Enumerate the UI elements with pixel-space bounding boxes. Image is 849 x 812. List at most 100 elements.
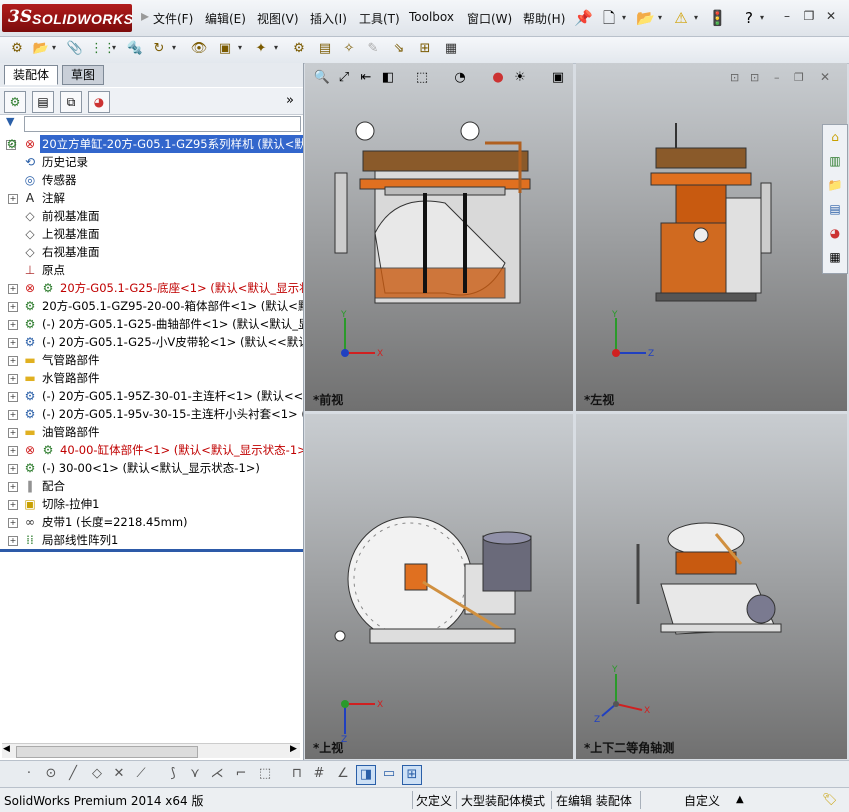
expand-icon[interactable]: + — [8, 482, 18, 492]
tree-item[interactable]: - ⚙ ⊗ 20立方单缸-20方-G05.1-GZ95系列样机 (默认<默 — [0, 135, 303, 153]
file-explorer-icon[interactable]: 📁 — [825, 175, 845, 195]
expand-icon[interactable]: + — [8, 428, 18, 438]
horizontal-scrollbar[interactable]: ◀ ▶ — [2, 743, 300, 758]
menu-window[interactable]: 窗口(W) — [467, 10, 512, 27]
menu-file[interactable]: 文件(F) — [153, 10, 193, 27]
tree-item[interactable]: + ⊗ ⚙ 40-00-缸体部件<1> (默认<默认_显示状态-1> — [0, 441, 303, 459]
menu-help[interactable]: 帮助(H) — [523, 10, 565, 27]
menu-tools[interactable]: 工具(T) — [359, 10, 400, 27]
chevron-down-icon[interactable]: ▾ — [52, 43, 56, 52]
property-manager-icon[interactable]: ▤ — [32, 91, 54, 113]
view-orientation-icon[interactable]: ⬚ — [413, 69, 431, 87]
move-component-icon[interactable]: ↻ — [150, 40, 168, 58]
viewport-front[interactable]: Y X 🔍 ⤢ ⇤ ◧ ⬚ ◔ ● ☀ ▣ *前视 — [305, 63, 573, 411]
expand-icon[interactable]: + — [8, 518, 18, 528]
viewport-restore-icon[interactable]: ❐ — [794, 71, 804, 84]
flyout-arrow-icon[interactable]: ▸ — [141, 6, 149, 25]
appearances-icon[interactable]: ◕ — [825, 223, 845, 243]
restore-icon[interactable]: ❐ — [800, 8, 818, 24]
tree-item[interactable]: + ∞ 皮带1 (长度=2218.45mm) — [0, 513, 303, 531]
viewport-top[interactable]: Z X *上视 — [305, 414, 573, 759]
menu-toolbox[interactable]: Toolbox — [409, 10, 454, 24]
apply-scene-icon[interactable]: ☀ — [511, 69, 529, 87]
interference-detection-icon[interactable]: ⇘ — [390, 40, 408, 58]
pin-icon[interactable]: 📌 — [574, 8, 593, 28]
tree-item[interactable]: + ⁞⁞ 局部线性阵列1 — [0, 531, 303, 549]
circle-icon[interactable]: ⊙ — [42, 765, 60, 783]
display-style-icon[interactable]: ◔ — [451, 69, 469, 87]
expand-icon[interactable]: + — [8, 302, 18, 312]
single-view-icon[interactable]: ▭ — [380, 765, 398, 783]
open-folder-icon[interactable]: 📂 — [636, 8, 655, 28]
close-icon[interactable]: ✕ — [822, 8, 840, 24]
exploded-view-icon[interactable]: ✧ — [340, 40, 358, 58]
tree-item[interactable]: + ▬ 水管路部件 — [0, 369, 303, 387]
chevron-down-icon[interactable]: ▾ — [694, 13, 698, 22]
solidworks-logo[interactable]: 3S SOLIDWORKS — [2, 4, 133, 32]
new-document-icon[interactable]: 🗋 — [600, 8, 618, 28]
filter-input[interactable] — [24, 116, 301, 132]
tree-item[interactable]: + ⚙ (-) 30-00<1> (默认<默认_显示状态-1>) — [0, 459, 303, 477]
convert-entities-icon[interactable]: ⋌ — [208, 765, 226, 783]
new-motion-study-icon[interactable]: ⚙ — [290, 40, 308, 58]
tree-item[interactable]: + ▣ 切除-拉伸1 — [0, 495, 303, 513]
expand-icon[interactable]: + — [8, 464, 18, 474]
extend-icon[interactable]: ⟋ — [132, 765, 150, 783]
tree-item[interactable]: + ∥ 配合 — [0, 477, 303, 495]
show-hidden-icon[interactable]: 👁 — [190, 40, 208, 58]
viewport-minimize-icon[interactable]: – — [774, 71, 780, 84]
chevron-down-icon[interactable]: ▾ — [274, 43, 278, 52]
units-dropdown-icon[interactable]: ▲ — [736, 794, 744, 805]
line-icon[interactable]: ╱ — [64, 765, 82, 783]
scroll-left-icon[interactable]: ◀ — [3, 744, 10, 754]
expand-icon[interactable]: + — [8, 392, 18, 402]
scroll-right-icon[interactable]: ▶ — [290, 744, 297, 754]
assembly-features-icon[interactable]: ▣ — [216, 40, 234, 58]
reference-geometry-icon[interactable]: ✦ — [252, 40, 270, 58]
expand-icon[interactable]: + — [8, 500, 18, 510]
tab-sketch[interactable]: 草图 — [62, 65, 105, 85]
tag-icon[interactable]: 🏷 — [822, 792, 837, 806]
trim-icon[interactable]: ✕ — [110, 765, 128, 783]
expand-icon[interactable]: + — [8, 374, 18, 384]
four-view-icon[interactable]: ⊞ — [402, 765, 422, 785]
expand-icon[interactable]: + — [8, 536, 18, 546]
viewport-link-icon[interactable]: ⊡ — [730, 71, 739, 84]
chevron-down-icon[interactable]: ▾ — [238, 43, 242, 52]
view-palette-icon[interactable]: ▤ — [825, 199, 845, 219]
tree-item[interactable]: ⊥ 原点 — [0, 261, 303, 279]
view-settings-icon[interactable]: ▣ — [549, 69, 567, 87]
rectangle-icon[interactable]: ⬚ — [256, 765, 274, 783]
help-icon[interactable]: ? — [740, 8, 758, 28]
bill-of-materials-icon[interactable]: ▤ — [316, 40, 334, 58]
expand-icon[interactable]: + — [8, 194, 18, 204]
angle-icon[interactable]: ∠ — [334, 765, 352, 783]
component-icon[interactable]: ⚙ — [8, 40, 26, 58]
scroll-thumb[interactable] — [16, 746, 198, 758]
polygon-icon[interactable]: ◇ — [88, 765, 106, 783]
expand-icon[interactable]: + — [8, 410, 18, 420]
tree-item[interactable]: ◇ 右视基准面 — [0, 243, 303, 261]
menu-edit[interactable]: 编辑(E) — [205, 10, 246, 27]
mirror-icon[interactable]: ⋎ — [186, 765, 204, 783]
viewport-isometric[interactable]: Y X Z *上下二等角轴测 — [576, 414, 847, 759]
tree-item[interactable]: + A 注解 — [0, 189, 303, 207]
expand-icon[interactable]: + — [8, 338, 18, 348]
design-library-icon[interactable]: ▥ — [825, 151, 845, 171]
tree-item[interactable]: + ⚙ (-) 20方-G05.1-95Z-30-01-主连杆<1> (默认<<默 — [0, 387, 303, 405]
tree-item[interactable]: ◇ 上视基准面 — [0, 225, 303, 243]
zoom-area-icon[interactable]: ⤢ — [335, 69, 353, 87]
tree-item[interactable]: ◇ 前视基准面 — [0, 207, 303, 225]
feature-manager-icon[interactable]: ⚙ — [4, 91, 26, 113]
chevron-down-icon[interactable]: ▾ — [112, 43, 116, 52]
offset-icon[interactable]: ⟆ — [164, 765, 182, 783]
previous-view-icon[interactable]: ⇤ — [357, 69, 375, 87]
tree-item[interactable]: + ▬ 气管路部件 — [0, 351, 303, 369]
expand-icon[interactable]: + — [8, 356, 18, 366]
shaded-view-icon[interactable]: ◨ — [356, 765, 376, 785]
grid-icon[interactable]: # — [310, 765, 328, 783]
menu-insert[interactable]: 插入(I) — [310, 10, 347, 27]
expand-icon[interactable]: + — [8, 446, 18, 456]
viewport-close-icon[interactable]: ✕ — [820, 70, 830, 84]
point-icon[interactable]: · — [20, 765, 38, 783]
